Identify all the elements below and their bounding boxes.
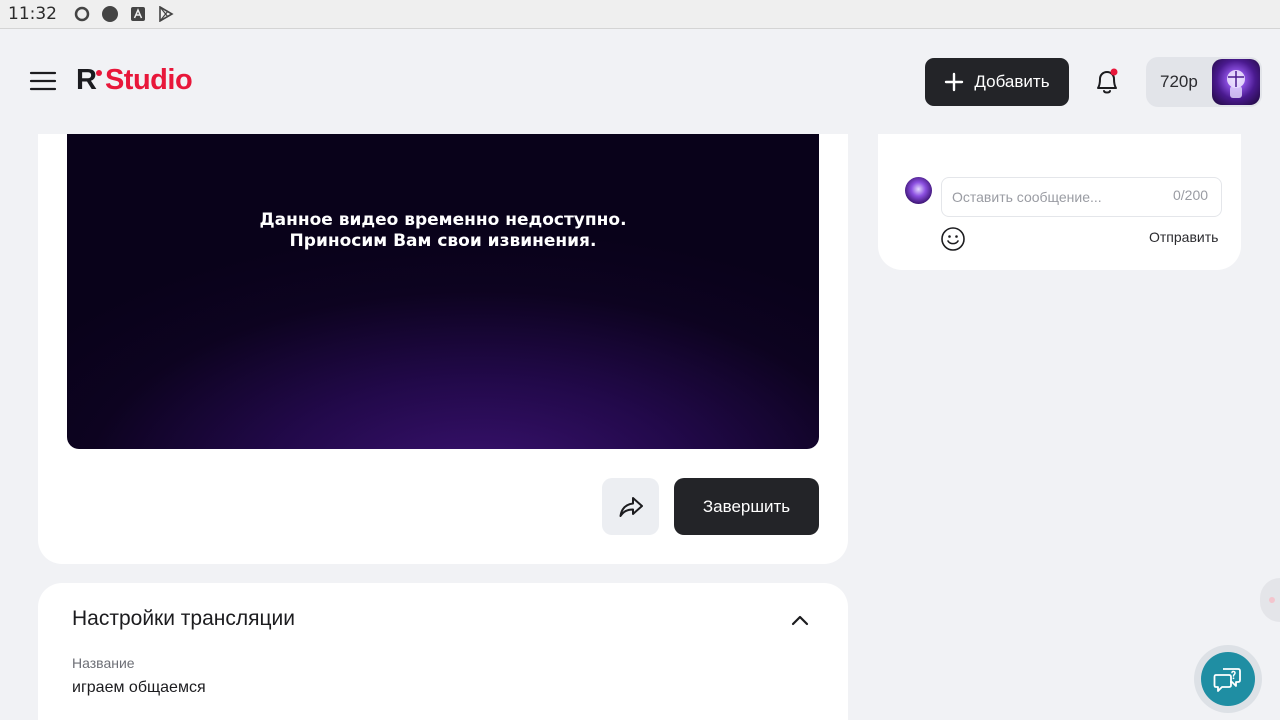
record-dot-icon (101, 5, 119, 23)
system-status-bar: 11:32 (0, 0, 1280, 29)
rstudio-logo[interactable]: R Studio (76, 60, 193, 100)
notifications-button[interactable] (1092, 66, 1122, 98)
hamburger-icon (29, 71, 57, 91)
avatar (1212, 59, 1260, 105)
add-button[interactable]: Добавить (925, 58, 1069, 106)
handle-indicator-dot (1269, 597, 1275, 603)
share-arrow-icon (619, 496, 643, 517)
logo-r: R (76, 64, 102, 97)
support-button-circle (1201, 652, 1255, 706)
support-chat-button[interactable] (1194, 645, 1262, 713)
logo-red-dot (95, 69, 102, 76)
bell-icon (1097, 68, 1118, 94)
add-button-label: Добавить (974, 72, 1050, 91)
video-unavailable-message: Данное видео временно недоступно. Принос… (67, 210, 819, 252)
profile-balance-button[interactable]: 720р (1146, 57, 1262, 107)
notification-badge-dot (1110, 68, 1118, 76)
collapse-settings-button[interactable] (788, 609, 812, 633)
send-message-button[interactable]: Отправить (1149, 229, 1218, 245)
app-header: R Studio Добавить 720р (0, 30, 1280, 134)
stream-settings-card: Настройки трансляции Название играем общ… (38, 583, 848, 720)
text-a-icon (129, 5, 147, 23)
logo-studio: Studio (104, 63, 193, 96)
play-store-icon (157, 5, 175, 23)
side-drawer-handle[interactable] (1260, 578, 1280, 622)
sync-circle-icon (73, 5, 91, 23)
settings-title: Настройки трансляции (72, 607, 295, 630)
plus-icon (945, 72, 964, 92)
message-char-counter: 0/200 (1173, 187, 1209, 203)
smiley-icon (941, 227, 965, 251)
support-chat-icon (1213, 668, 1241, 692)
chat-card: 0/200 Отправить (878, 134, 1241, 270)
chevron-up-icon (791, 615, 809, 626)
share-button[interactable] (602, 478, 659, 535)
stream-name-value[interactable]: играем общаемся (72, 679, 206, 697)
balance-amount: 720р (1160, 72, 1198, 91)
emoji-picker-button[interactable] (940, 226, 966, 252)
stream-video-card: Данное видео временно недоступно. Принос… (38, 134, 848, 564)
chat-user-avatar (905, 177, 932, 204)
status-time: 11:32 (8, 4, 57, 24)
hamburger-menu-button[interactable] (28, 66, 58, 96)
video-message-line-2: Приносим Вам свои извинения. (289, 231, 597, 251)
video-player[interactable]: Данное видео временно недоступно. Принос… (67, 134, 819, 449)
video-message-line-1: Данное видео временно недоступно. (259, 210, 627, 230)
stream-name-label: Название (72, 655, 135, 671)
finish-stream-button[interactable]: Завершить (674, 478, 819, 535)
